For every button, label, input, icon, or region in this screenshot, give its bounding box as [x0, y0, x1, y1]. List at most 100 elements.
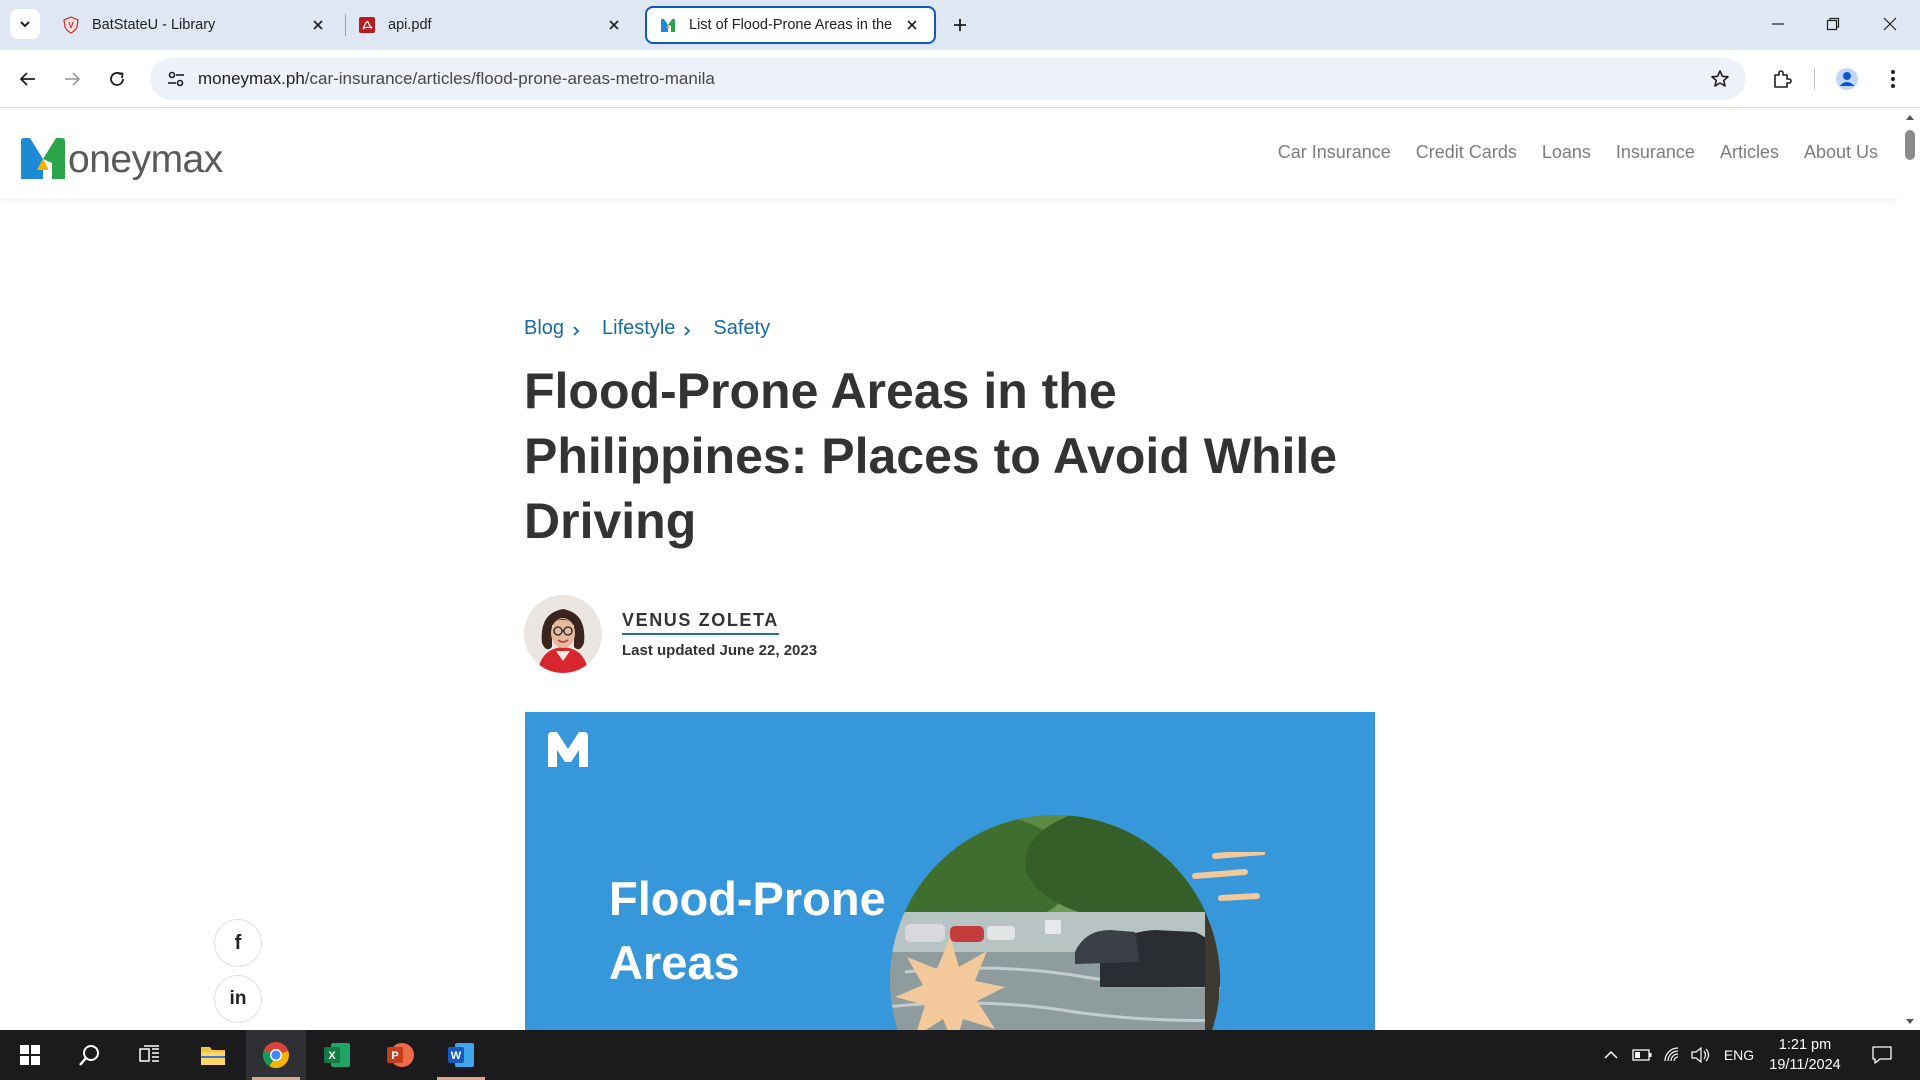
tab-strip: V BatStateU - Library api.pdf List of Fl…	[0, 0, 1920, 50]
restore-button[interactable]	[1815, 9, 1851, 39]
chrome-icon	[262, 1042, 289, 1069]
breadcrumb: Blog Lifestyle Safety	[524, 317, 770, 340]
chevron-right-icon	[572, 324, 590, 338]
tab-title: api.pdf	[388, 17, 432, 33]
notification-icon	[1872, 1046, 1892, 1064]
moneymax-favicon-icon	[661, 19, 675, 32]
nav-loans[interactable]: Loans	[1542, 142, 1591, 163]
speed-lines-icon	[1192, 852, 1265, 901]
new-tab-button[interactable]	[946, 11, 974, 39]
author-block: VENUS ZOLETA Last updated June 22, 2023	[524, 595, 817, 673]
breadcrumb-lifestyle[interactable]: Lifestyle	[602, 317, 675, 340]
author-info: VENUS ZOLETA Last updated June 22, 2023	[622, 610, 817, 659]
tune-icon	[168, 71, 184, 87]
splash-burst-icon	[895, 937, 1005, 1030]
close-icon[interactable]	[604, 15, 624, 35]
main-nav: Car Insurance Credit Cards Loans Insuran…	[1278, 142, 1878, 163]
scroll-thumb[interactable]	[1905, 130, 1915, 160]
minimize-button[interactable]	[1760, 9, 1796, 39]
article-title: Flood-Prone Areas in the Philippines: Pl…	[524, 363, 1338, 549]
site-header: oneymax Car Insurance Credit Cards Loans…	[0, 109, 1900, 199]
profile-button[interactable]	[1832, 64, 1862, 94]
language-indicator[interactable]: ENG	[1720, 1030, 1758, 1080]
arrow-left-icon	[19, 72, 35, 86]
site-info-button[interactable]	[154, 58, 198, 100]
clock[interactable]: 1:21 pm 19/11/2024	[1762, 1035, 1848, 1075]
excel-taskbar-button[interactable]: X	[307, 1030, 367, 1080]
breadcrumb-safety[interactable]: Safety	[713, 317, 770, 340]
scroll-down-icon[interactable]	[1905, 1018, 1915, 1026]
shield-v-icon: V	[63, 16, 79, 34]
moneymax-logo[interactable]: oneymax	[19, 131, 223, 181]
browser-menu-button[interactable]	[1878, 64, 1908, 94]
tab-batstateu-library[interactable]: V BatStateU - Library	[50, 6, 340, 44]
excel-icon: X	[324, 1043, 350, 1067]
bookmark-button[interactable]	[1708, 67, 1732, 91]
nav-insurance[interactable]: Insurance	[1616, 142, 1695, 163]
notifications-button[interactable]	[1862, 1030, 1902, 1080]
nav-credit-cards[interactable]: Credit Cards	[1416, 142, 1517, 163]
share-facebook-button[interactable]: f	[214, 919, 262, 967]
hero-line-2: Areas	[609, 936, 740, 989]
nav-about-us[interactable]: About Us	[1804, 142, 1878, 163]
chrome-taskbar-button[interactable]	[246, 1030, 306, 1080]
volume-button[interactable]	[1688, 1030, 1714, 1080]
powerpoint-taskbar-button[interactable]: P	[370, 1030, 430, 1080]
close-icon[interactable]	[308, 15, 328, 35]
restore-icon	[1826, 17, 1840, 31]
author-avatar[interactable]	[524, 595, 602, 673]
hero-line-1: Flood-Prone	[609, 872, 886, 925]
reload-button[interactable]	[102, 64, 132, 94]
author-name-link[interactable]: VENUS ZOLETA	[622, 610, 779, 635]
plus-icon	[954, 19, 966, 31]
close-window-button[interactable]	[1872, 9, 1908, 39]
last-updated-date: Last updated June 22, 2023	[622, 641, 818, 659]
network-button[interactable]	[1660, 1030, 1686, 1080]
minimize-icon	[1772, 23, 1784, 25]
file-explorer-button[interactable]	[183, 1030, 243, 1080]
more-vert-icon	[1891, 70, 1895, 88]
word-taskbar-button[interactable]: W	[431, 1030, 491, 1080]
tab-title: List of Flood-Prone Areas in the	[689, 17, 893, 33]
start-button[interactable]	[0, 1030, 60, 1080]
tab-api-pdf[interactable]: api.pdf	[346, 6, 636, 44]
close-icon	[1883, 17, 1897, 31]
nav-articles[interactable]: Articles	[1720, 142, 1779, 163]
avatar-icon	[1836, 68, 1858, 90]
close-icon[interactable]	[902, 15, 922, 35]
search-button[interactable]	[60, 1030, 120, 1080]
scroll-up-icon[interactable]	[1905, 113, 1915, 121]
tab-flood-prone-areas[interactable]: List of Flood-Prone Areas in the	[645, 6, 936, 44]
tab-title: BatStateU - Library	[92, 17, 216, 33]
address-bar[interactable]: moneymax.ph/car-insurance/articles/flood…	[150, 58, 1746, 100]
facebook-icon: f	[234, 931, 242, 954]
task-view-icon	[139, 1045, 159, 1062]
tab-search-button[interactable]	[10, 9, 40, 39]
breadcrumb-blog[interactable]: Blog	[524, 317, 564, 340]
clock-date: 19/11/2024	[1769, 1057, 1841, 1073]
battery-icon	[1632, 1049, 1652, 1061]
windows-taskbar: X P W ENG 1:21 pm 19/11/2024	[0, 1030, 1920, 1080]
word-icon: W	[448, 1043, 474, 1067]
linkedin-icon: in	[229, 988, 247, 1009]
logo-m-icon	[21, 138, 65, 179]
battery-button[interactable]	[1628, 1030, 1656, 1080]
extensions-button[interactable]	[1767, 64, 1797, 94]
windows-logo-icon	[20, 1045, 40, 1065]
web-page: oneymax Car Insurance Credit Cards Loans…	[0, 109, 1900, 1030]
nav-car-insurance[interactable]: Car Insurance	[1278, 142, 1391, 163]
back-button[interactable]	[13, 64, 43, 94]
toolbar-separator	[1814, 68, 1815, 90]
clock-time: 1:21 pm	[1778, 1037, 1832, 1053]
share-linkedin-button[interactable]: in	[214, 975, 262, 1023]
chevron-down-icon	[20, 21, 30, 28]
hero-heading: Flood-Prone Areas	[609, 867, 886, 995]
url-domain: moneymax.ph	[198, 69, 305, 88]
powerpoint-icon: P	[387, 1043, 414, 1067]
forward-button[interactable]	[57, 64, 87, 94]
page-scrollbar[interactable]	[1900, 109, 1920, 1030]
show-hidden-icons-button[interactable]	[1598, 1030, 1624, 1080]
url-text: moneymax.ph/car-insurance/articles/flood…	[198, 69, 715, 89]
chevron-right-icon	[683, 324, 701, 338]
task-view-button[interactable]	[120, 1030, 180, 1080]
